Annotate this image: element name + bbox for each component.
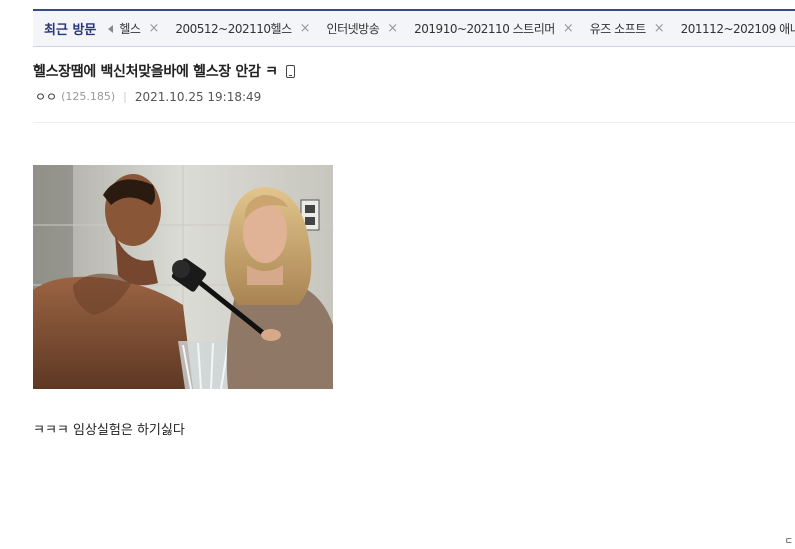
recent-visit-label[interactable]: 201910~202110 스트리머 <box>414 20 555 37</box>
post-title-row: 헬스장땜에 백신처맞을바에 헬스장 안감 ㅋ <box>33 61 295 81</box>
recent-visit-label[interactable]: 200512~202110헬스 <box>175 20 292 37</box>
divider <box>33 122 795 123</box>
photo-illustration <box>33 165 333 389</box>
recent-visit-label[interactable]: 유즈 소프트 <box>590 20 647 37</box>
author-name[interactable]: ㅇㅇ <box>35 88 57 105</box>
recent-visit-label[interactable]: 헬스 <box>119 20 141 37</box>
recent-visit-item[interactable]: 헬스 × <box>119 20 159 37</box>
corner-mark: ㄷ <box>784 537 793 547</box>
recent-visit-item[interactable]: 인터넷방송 × <box>327 20 399 37</box>
page: 최근 방문 헬스 × 200512~202110헬스 × 인터넷방송 × 201… <box>0 0 795 549</box>
post-title: 헬스장땜에 백신처맞을바에 헬스장 안감 ㅋ <box>33 64 278 80</box>
recent-visit-label[interactable]: 인터넷방송 <box>327 20 380 37</box>
close-icon[interactable]: × <box>300 22 311 35</box>
post-meta: ㅇㅇ (125.185) | 2021.10.25 19:18:49 <box>35 88 261 105</box>
meta-separator: | <box>123 90 127 103</box>
recent-visit-item[interactable]: 유즈 소프트 × <box>590 20 665 37</box>
recent-visit-item[interactable]: 201112~202109 애니-일본 <box>681 20 795 37</box>
close-icon[interactable]: × <box>563 22 574 35</box>
author-ip: (125.185) <box>61 90 116 103</box>
recent-visit-item[interactable]: 200512~202110헬스 × <box>175 20 310 37</box>
previous-arrow-icon[interactable] <box>108 24 114 33</box>
recent-visits-title[interactable]: 최근 방문 <box>33 19 108 38</box>
close-icon[interactable]: × <box>387 22 398 35</box>
mobile-icon <box>285 64 295 78</box>
post-date: 2021.10.25 19:18:49 <box>134 89 262 104</box>
post-body-text: ㅋㅋㅋ 임상실험은 하기싫다 <box>33 423 185 438</box>
close-icon[interactable]: × <box>654 22 665 35</box>
recent-visit-item[interactable]: 201910~202110 스트리머 × <box>414 20 574 37</box>
recent-visit-label[interactable]: 201112~202109 애니-일본 <box>681 20 795 37</box>
close-icon[interactable]: × <box>148 22 159 35</box>
recent-visits-bar: 최근 방문 헬스 × 200512~202110헬스 × 인터넷방송 × 201… <box>33 9 795 47</box>
post-image[interactable] <box>33 165 333 389</box>
